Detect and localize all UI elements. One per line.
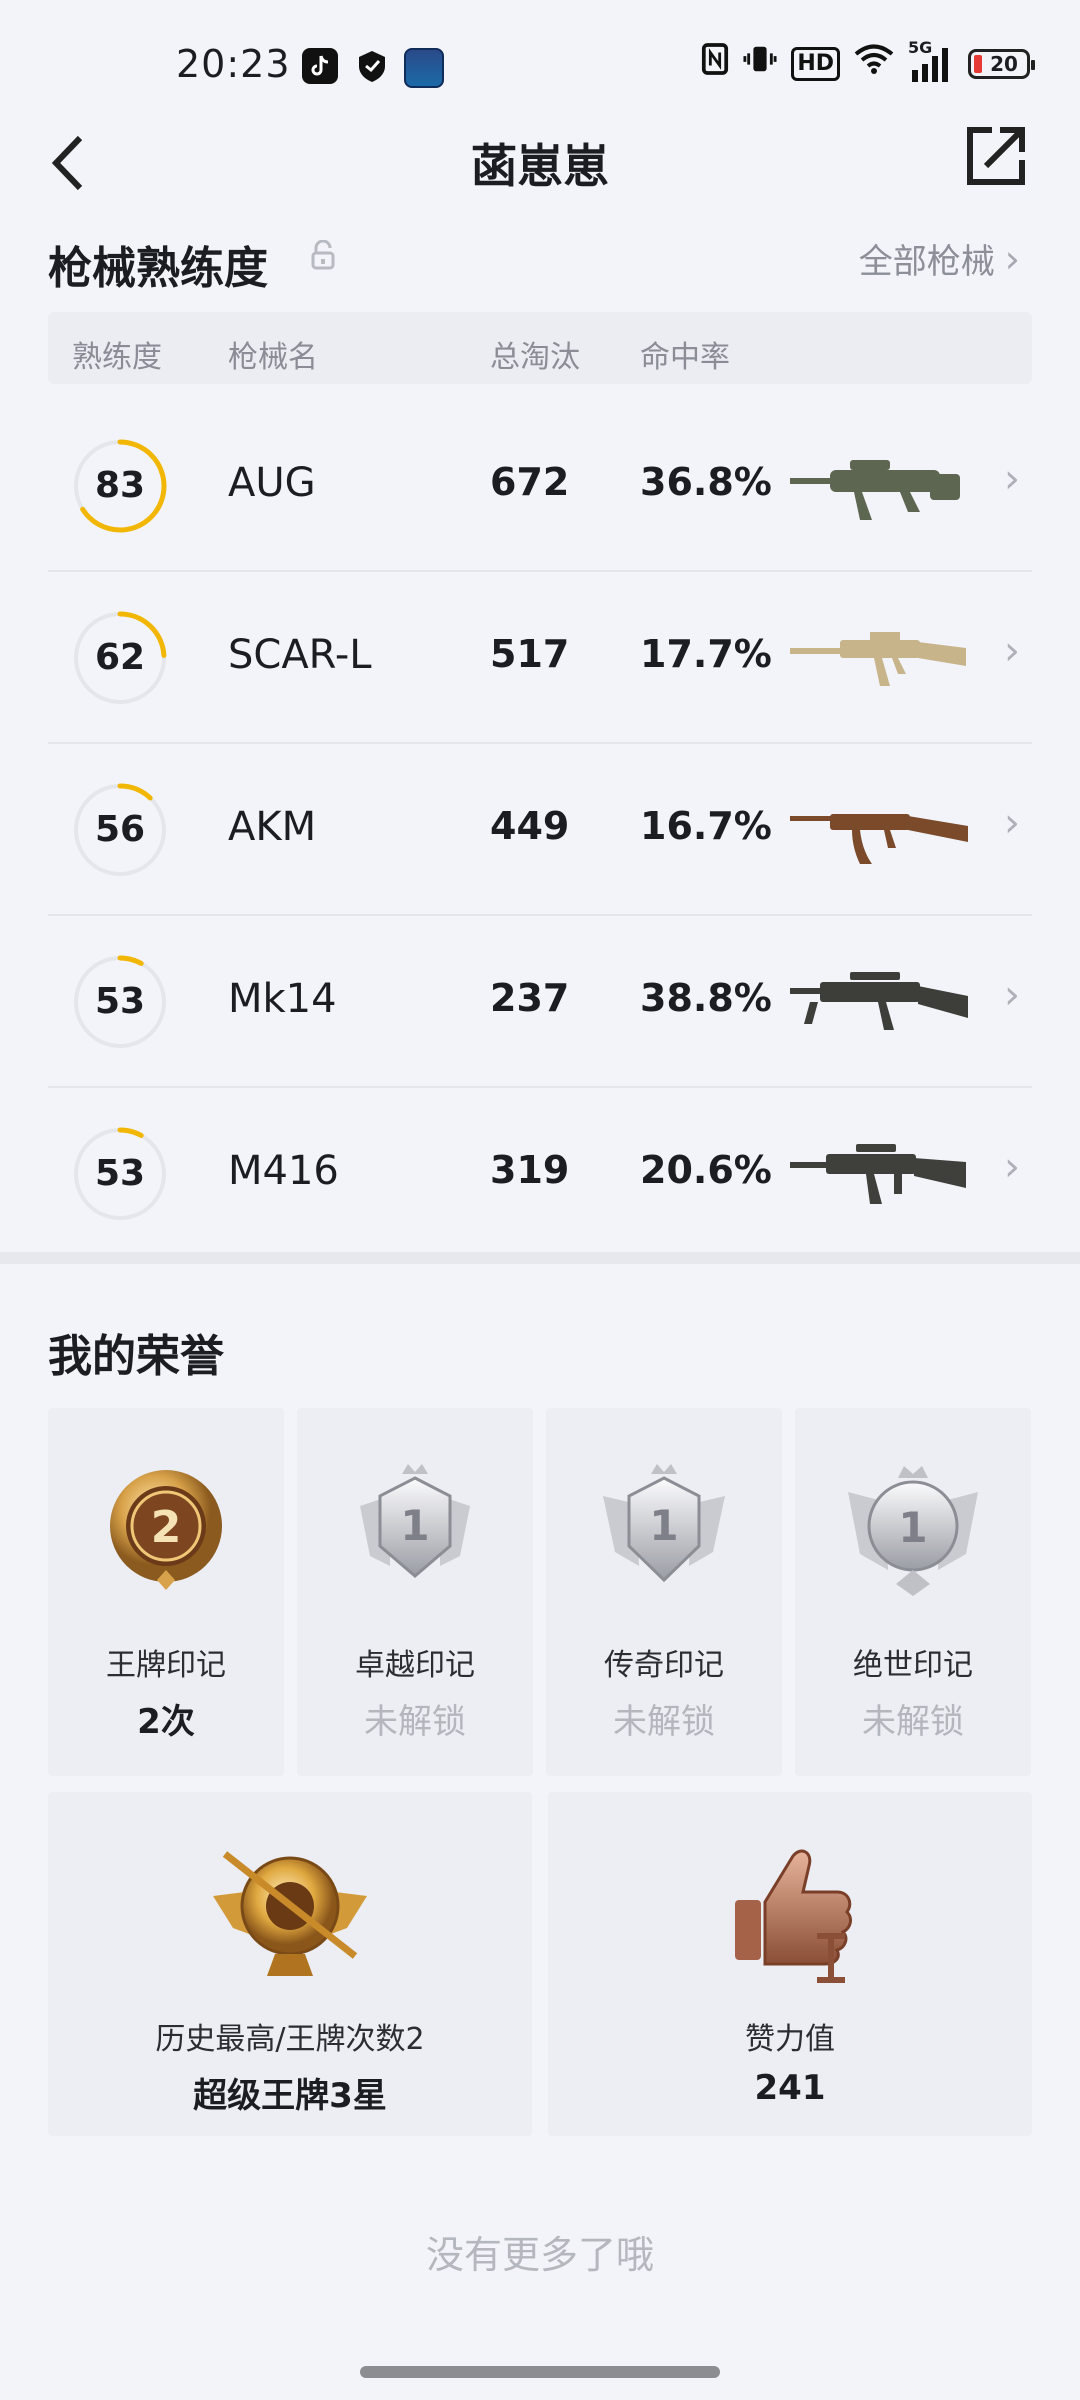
peerless-mark-icon: 1 <box>848 1466 978 1596</box>
aug-rifle-icon <box>790 460 960 520</box>
share-icon[interactable] <box>964 124 1028 188</box>
status-bar: 20:23 HD 5G 20 <box>0 0 1080 120</box>
battery-level: 20 <box>990 52 1018 76</box>
hit-rate: 36.8% <box>640 460 772 504</box>
wifi-icon <box>854 43 894 86</box>
likes-card[interactable]: 赞力值 241 <box>548 1792 1032 2136</box>
section-divider <box>0 1252 1080 1264</box>
gun-name: M416 <box>228 1148 339 1194</box>
ace-mark-icon: 2 <box>110 1470 222 1590</box>
badge-name: 绝世印记 <box>853 1648 973 1683</box>
all-guns-label: 全部枪械 <box>858 242 995 282</box>
ace-badge-number: 2 <box>151 1502 182 1553</box>
hit-rate: 20.6% <box>640 1148 772 1192</box>
chevron-right-icon: › <box>1004 456 1020 502</box>
scar-l-rifle-icon <box>790 632 966 686</box>
top-nav: 菡崽崽 <box>0 120 1080 200</box>
lock-icon[interactable] <box>310 240 336 270</box>
peerless-badge-number: 1 <box>898 1503 927 1552</box>
signal-group: 5G <box>908 38 954 84</box>
badge-name: 王牌印记 <box>106 1648 226 1683</box>
proficiency-value: 83 <box>94 465 146 506</box>
gun-name: Mk14 <box>228 976 337 1022</box>
badge-name: 卓越印记 <box>355 1648 475 1683</box>
hd-badge: HD <box>791 47 840 81</box>
vibrate-icon <box>743 42 777 87</box>
status-time: 20:23 <box>176 42 291 86</box>
battery-icon: 20 <box>968 49 1035 79</box>
all-guns-link[interactable]: 全部枪械 › <box>859 234 1020 283</box>
badge-card-ace[interactable]: 2 王牌印记 2次 <box>48 1408 284 1776</box>
honor-section-title: 我的荣誉 <box>48 1331 224 1382</box>
chevron-right-icon: › <box>1004 972 1020 1018</box>
total-kills: 672 <box>490 460 570 504</box>
likes-label: 赞力值 <box>745 2022 835 2057</box>
akm-rifle-icon <box>790 814 968 864</box>
weapon-row[interactable]: 53 M416 319 20.6% › <box>48 1088 1032 1258</box>
gun-name: SCAR-L <box>228 632 372 678</box>
weapon-row[interactable]: 62 SCAR-L 517 17.7% › <box>48 572 1032 744</box>
likes-value: 241 <box>754 2068 826 2108</box>
chevron-right-icon: › <box>1004 1144 1020 1190</box>
m416-rifle-icon <box>790 1144 966 1204</box>
tiktok-icon <box>302 48 338 84</box>
nfc-icon <box>701 42 729 87</box>
excellence-mark-icon: 1 <box>360 1464 470 1578</box>
weapons-section-title: 枪械熟练度 <box>48 243 268 294</box>
hit-rate: 17.7% <box>640 632 772 676</box>
thumbs-up-icon <box>735 1849 852 1983</box>
badge-name: 传奇印记 <box>604 1648 724 1683</box>
badge-card-excellence[interactable]: 1 卓越印记 未解锁 <box>297 1408 533 1776</box>
no-more-text: 没有更多了哦 <box>425 2233 654 2277</box>
chevron-right-icon: › <box>1004 628 1020 674</box>
proficiency-value: 53 <box>94 981 146 1022</box>
col-gun-name: 枪械名 <box>228 340 318 375</box>
hit-rate: 16.7% <box>640 804 772 848</box>
badge-value: 未解锁 <box>613 1702 715 1742</box>
table-header: 熟练度 枪械名 总淘汰 命中率 <box>48 312 1032 384</box>
total-kills: 319 <box>490 1148 570 1192</box>
page-title: 菡崽崽 <box>471 139 609 193</box>
gun-name: AUG <box>228 460 316 506</box>
badge-card-legend[interactable]: 1 传奇印记 未解锁 <box>546 1408 782 1776</box>
col-proficiency: 熟练度 <box>72 340 162 375</box>
proficiency-value: 62 <box>94 637 146 678</box>
weapon-row[interactable]: 53 Mk14 237 38.8% › <box>48 916 1032 1088</box>
gun-name: AKM <box>228 804 317 850</box>
game-app-icon <box>404 48 444 88</box>
signal-icon <box>912 48 948 82</box>
total-kills: 237 <box>490 976 570 1020</box>
col-accuracy: 命中率 <box>640 340 730 375</box>
app-shield-icon <box>354 48 390 84</box>
badge-value: 未解锁 <box>862 1702 964 1742</box>
highest-rank-card[interactable]: 历史最高/王牌次数2 超级王牌3星 <box>48 1792 532 2136</box>
super-ace-rank-icon <box>213 1851 367 1976</box>
badge-value: 2次 <box>137 1702 195 1742</box>
highest-rank-value: 超级王牌3星 <box>193 2076 387 2116</box>
col-kills: 总淘汰 <box>490 340 580 375</box>
proficiency-value: 56 <box>94 809 146 850</box>
status-indicators: HD 5G 20 <box>701 38 1035 87</box>
total-kills: 517 <box>490 632 570 676</box>
mk14-rifle-icon <box>790 972 968 1030</box>
total-kills: 449 <box>490 804 570 848</box>
hit-rate: 38.8% <box>640 976 772 1020</box>
weapon-list: 83 AUG 672 36.8% › 62 SCAR-L 517 17.7% ›… <box>48 400 1032 1258</box>
chevron-right-icon: › <box>1004 236 1020 281</box>
badge-card-peerless[interactable]: 1 绝世印记 未解锁 <box>795 1408 1031 1776</box>
excellence-badge-number: 1 <box>400 1501 429 1550</box>
badge-value: 未解锁 <box>364 1702 466 1742</box>
proficiency-value: 53 <box>94 1153 146 1194</box>
home-indicator[interactable] <box>360 2366 720 2378</box>
weapon-row[interactable]: 56 AKM 449 16.7% › <box>48 744 1032 916</box>
weapon-row[interactable]: 83 AUG 672 36.8% › <box>48 400 1032 572</box>
chevron-right-icon: › <box>1004 800 1020 846</box>
highest-rank-label: 历史最高/王牌次数2 <box>155 2022 425 2057</box>
legend-badge-number: 1 <box>649 1501 678 1550</box>
legend-mark-icon: 1 <box>603 1464 725 1583</box>
